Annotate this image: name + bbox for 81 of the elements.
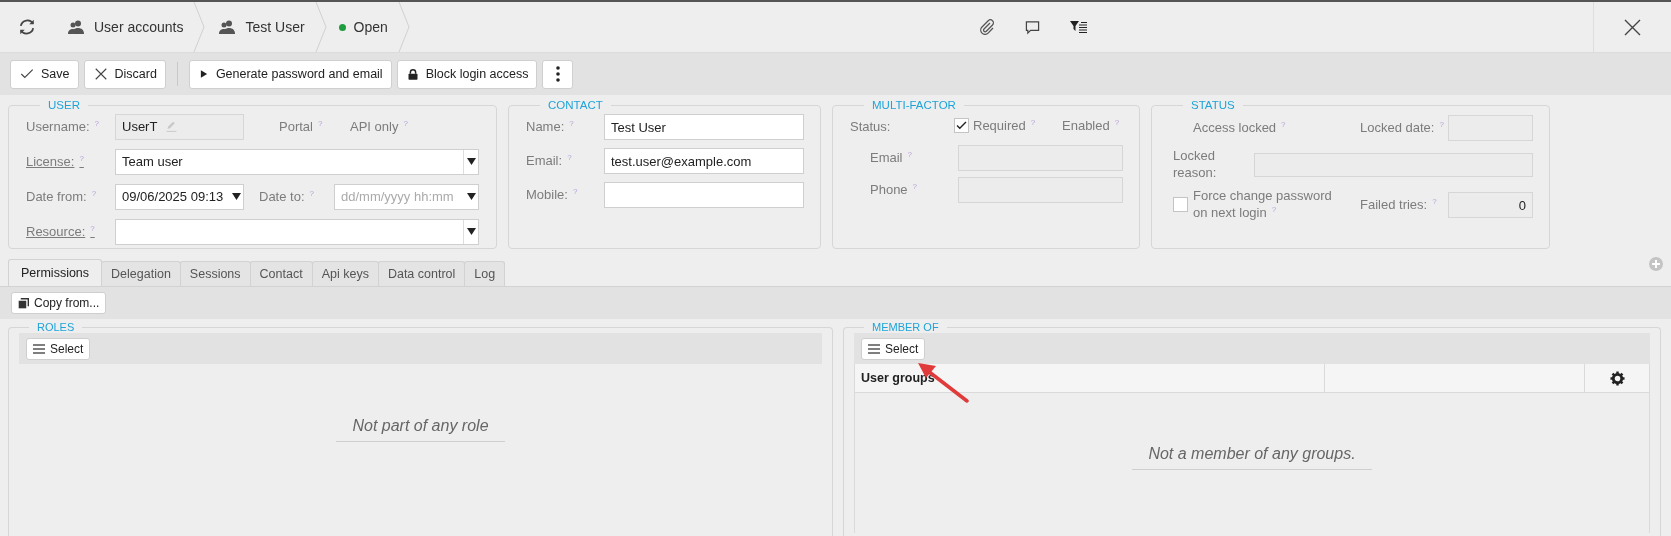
checkbox[interactable] <box>1173 197 1188 213</box>
toolbar-button[interactable]: Save <box>10 59 79 89</box>
toolbar-button[interactable]: Discard <box>83 59 166 89</box>
add-icon <box>1649 257 1663 271</box>
tab[interactable]: Log <box>464 261 506 286</box>
field-label: Portal $^{?}$ <box>278 118 324 135</box>
username-field[interactable]: UserT <box>115 113 244 140</box>
field-label: Date to: $^{?}$ <box>258 188 315 205</box>
field-label: API only $^{?}$ <box>349 118 409 135</box>
phone-field[interactable] <box>958 177 1123 203</box>
date-from-dropdown[interactable]: 09/06/2025 09:13 <box>115 183 244 210</box>
license-dropdown[interactable]: Team user <box>115 148 479 175</box>
date-to-field[interactable]: dd/mm/yyyy hh:mm <box>334 183 479 210</box>
copy-icon <box>18 297 29 309</box>
copy-button[interactable]: Copy from... <box>11 292 107 314</box>
section-title: USER <box>47 99 81 111</box>
more-button[interactable] <box>542 59 574 89</box>
caret-icon <box>231 193 241 200</box>
failed-tries-field[interactable]: 0 <box>1448 192 1533 218</box>
tab[interactable]: Permissions <box>8 259 103 286</box>
field-label: Status: <box>850 118 892 134</box>
settings-icon <box>1609 370 1625 386</box>
tab[interactable]: Delegation <box>101 261 181 286</box>
field-label: Email: $^{?}$ <box>526 153 573 169</box>
field-label[interactable]: License: $^{?}$ <box>26 153 115 170</box>
checkbox[interactable] <box>954 118 969 134</box>
text-field[interactable]: Test User <box>604 114 804 140</box>
section-title: MEMBER OF <box>871 321 940 333</box>
menu-icon <box>33 343 45 354</box>
tab[interactable]: Data control <box>377 261 466 286</box>
text-field[interactable] <box>604 182 804 208</box>
breadcrumb-item[interactable]: Test User <box>205 2 315 52</box>
select-button[interactable]: Select <box>861 337 926 360</box>
field-label: Name: $^{?}$ <box>526 119 575 135</box>
section-title: CONTACT <box>547 99 604 111</box>
field-label: Date from: $^{?}$ <box>26 188 98 205</box>
email-field[interactable] <box>958 144 1123 171</box>
caret-icon <box>466 193 476 200</box>
field-label: Force change password on next login $^{?}$ <box>1193 187 1333 223</box>
empty-message: Not a member of any groups. <box>1132 445 1372 470</box>
field-label: Email $^{?}$ <box>869 149 913 166</box>
field-label: Username: $^{?}$ <box>26 118 101 135</box>
locked-reason-field[interactable] <box>1254 153 1533 177</box>
field-label: Enabled $^{?}$ <box>1062 118 1121 134</box>
caret-icon <box>466 228 476 235</box>
users-icon <box>66 19 86 35</box>
field-label: Locked reason: <box>1173 148 1218 182</box>
close-icon <box>93 67 108 81</box>
users-icon <box>217 19 238 35</box>
select-button[interactable]: Select <box>26 337 91 360</box>
text-field[interactable]: test.user@example.com <box>604 148 804 174</box>
field-label: Failed tries: $^{?}$ <box>1360 197 1438 213</box>
toolbar-button[interactable]: Block login access <box>396 59 538 89</box>
more-icon <box>555 66 560 82</box>
chevron-separator-icon <box>193 2 206 52</box>
tab[interactable]: Contact <box>249 261 313 286</box>
empty-message: Not part of any role <box>336 417 505 442</box>
section-title: STATUS <box>1190 99 1236 111</box>
breadcrumb-item[interactable]: Open <box>326 2 398 52</box>
field-label: Access locked $^{?}$ <box>1192 120 1287 136</box>
section-title: MULTI-FACTOR <box>871 99 957 111</box>
lock-icon <box>406 67 419 81</box>
pencil-icon <box>165 120 179 133</box>
field-label: Phone $^{?}$ <box>869 182 919 198</box>
field-label: Required $^{?}$ <box>973 118 1036 134</box>
check-icon <box>20 67 34 81</box>
field-label[interactable]: Resource: $^{?}$ <box>26 223 115 240</box>
chevron-separator-icon <box>314 2 327 52</box>
field-label: Locked date: $^{?}$ <box>1360 120 1445 136</box>
caret-icon <box>466 158 476 165</box>
section-title: ROLES <box>36 321 76 333</box>
locked-date-field[interactable] <box>1448 115 1533 141</box>
toolbar-button[interactable]: Generate password and email <box>188 59 392 89</box>
play-icon <box>198 68 209 80</box>
field-label: Mobile: $^{?}$ <box>526 187 579 203</box>
chevron-separator-icon <box>397 2 410 52</box>
check-mark <box>956 120 967 132</box>
tab[interactable]: Sessions <box>179 261 251 286</box>
tab[interactable]: Api keys <box>311 261 379 286</box>
menu-icon <box>868 343 880 354</box>
breadcrumb-item[interactable]: User accounts <box>54 2 194 52</box>
